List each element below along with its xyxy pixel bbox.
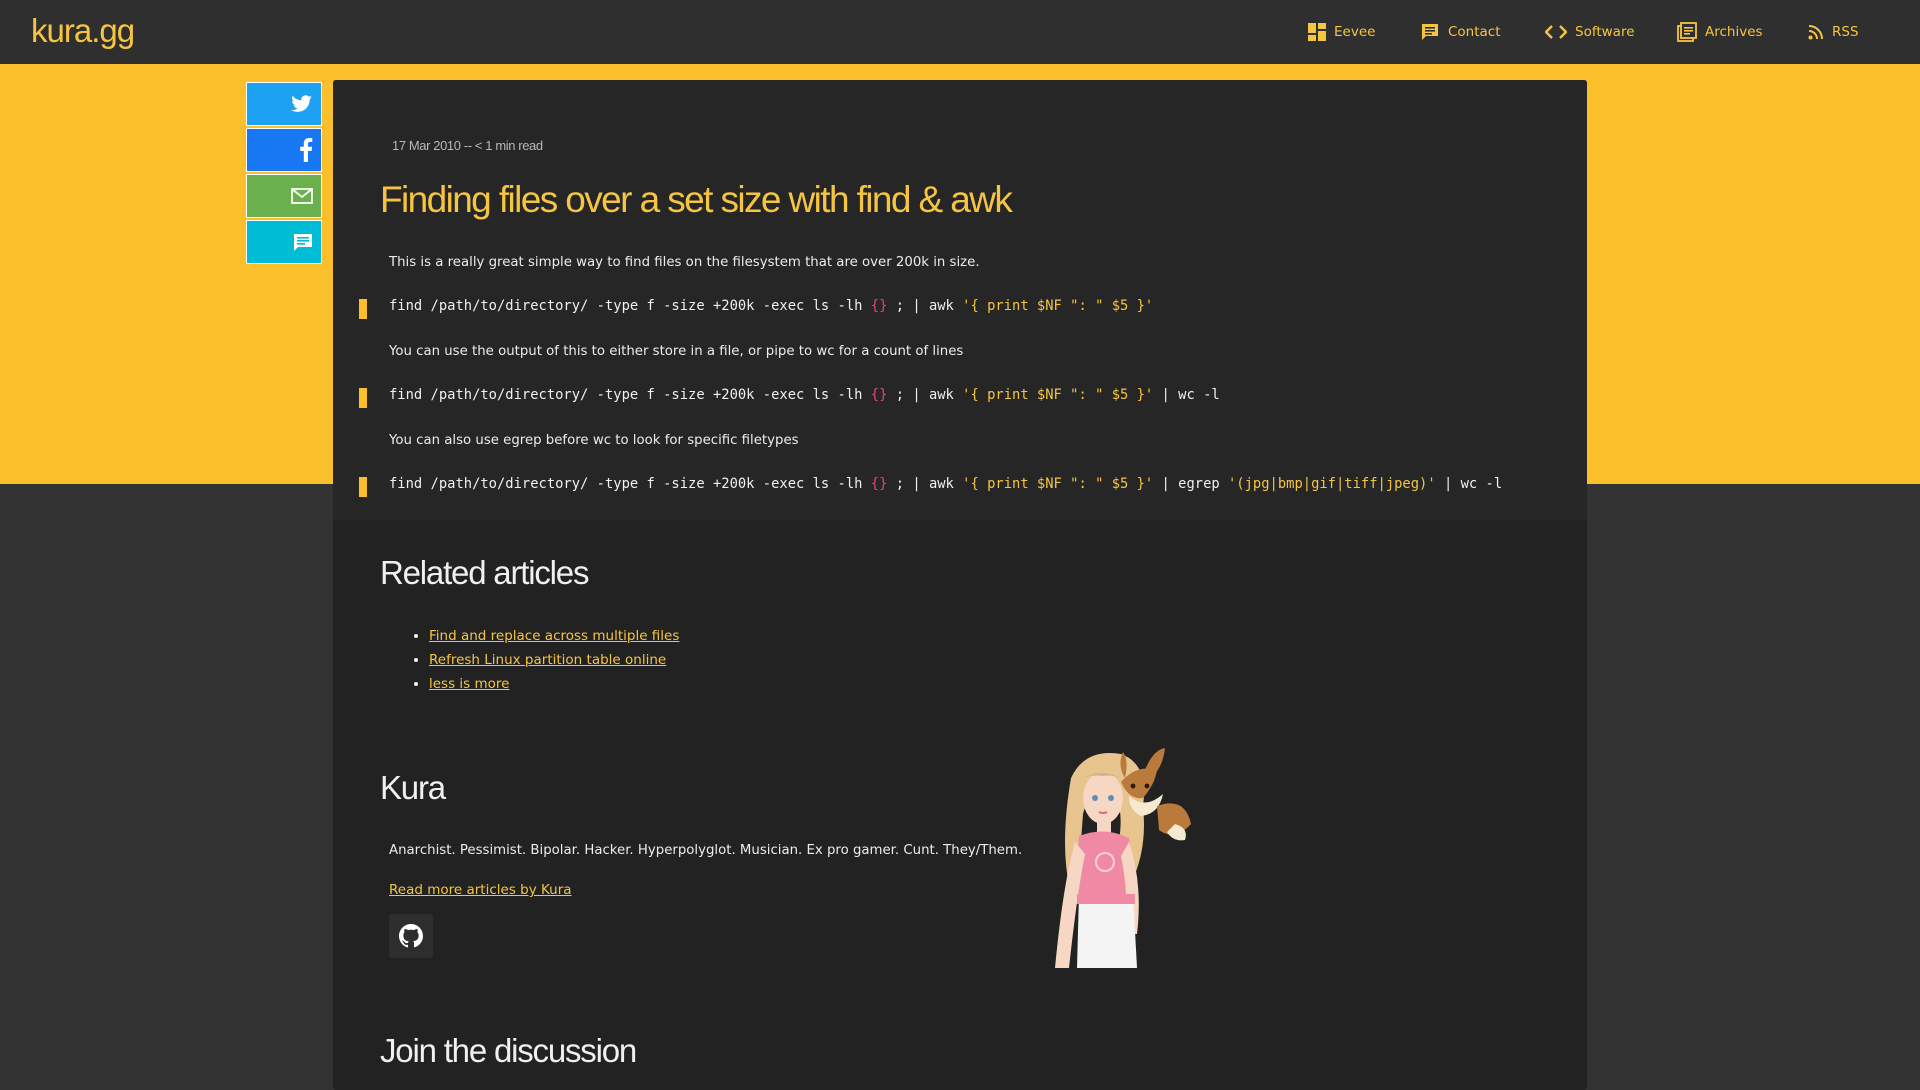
top-navigation: kura.gg Eevee Contact Software Archives … bbox=[0, 0, 1920, 64]
github-button[interactable] bbox=[389, 914, 433, 958]
share-twitter-button[interactable] bbox=[246, 82, 322, 126]
code-accent-bar bbox=[359, 388, 367, 408]
facebook-icon bbox=[300, 138, 313, 162]
related-link[interactable]: Find and replace across multiple files bbox=[429, 628, 679, 644]
nav-label: Archives bbox=[1705, 24, 1763, 40]
nav-item-eevee[interactable]: Eevee bbox=[1308, 0, 1375, 64]
list-item: Find and replace across multiple files bbox=[429, 624, 679, 648]
chat-icon bbox=[1422, 24, 1438, 40]
nav-item-rss[interactable]: RSS bbox=[1808, 0, 1859, 64]
code-block: find /path/to/directory/ -type f -size +… bbox=[359, 385, 1579, 409]
paragraph-intro: This is a really great simple way to fin… bbox=[389, 255, 980, 270]
code-text: find /path/to/directory/ -type f -size +… bbox=[389, 298, 1154, 314]
code-text: find /path/to/directory/ -type f -size +… bbox=[389, 387, 1220, 403]
code-text: find /path/to/directory/ -type f -size +… bbox=[389, 476, 1503, 492]
share-comment-button[interactable] bbox=[246, 220, 322, 264]
list-item: Refresh Linux partition table online bbox=[429, 648, 679, 672]
comment-icon bbox=[294, 234, 312, 251]
related-list: Find and replace across multiple files R… bbox=[389, 624, 679, 696]
site-logo[interactable]: kura.gg bbox=[31, 12, 135, 50]
paragraph-egrep: You can also use egrep before wc to look… bbox=[389, 433, 799, 448]
nav-label: Eevee bbox=[1334, 24, 1376, 40]
related-link[interactable]: less is more bbox=[429, 676, 509, 692]
nav-label: Contact bbox=[1448, 24, 1501, 40]
discussion-heading: Join the discussion bbox=[380, 1032, 637, 1069]
author-articles-link[interactable]: Read more articles by Kura bbox=[389, 882, 572, 898]
list-item: less is more bbox=[429, 672, 679, 696]
share-email-button[interactable] bbox=[246, 174, 322, 218]
nav-label: Software bbox=[1575, 24, 1635, 40]
nav-item-software[interactable]: Software bbox=[1545, 0, 1635, 64]
code-block: find /path/to/directory/ -type f -size +… bbox=[359, 296, 1579, 320]
nav-label: RSS bbox=[1832, 24, 1859, 40]
paragraph-output: You can use the output of this to either… bbox=[389, 344, 964, 359]
github-icon bbox=[399, 924, 423, 948]
related-link[interactable]: Refresh Linux partition table online bbox=[429, 652, 666, 668]
page-title: Finding files over a set size with find … bbox=[380, 179, 1013, 220]
code-accent-bar bbox=[359, 299, 367, 319]
book-icon bbox=[1677, 22, 1697, 42]
post-meta: 17 Mar 2010 -- < 1 min read bbox=[392, 138, 543, 153]
mail-icon bbox=[291, 188, 313, 204]
share-facebook-button[interactable] bbox=[246, 128, 322, 172]
article-card: 17 Mar 2010 -- < 1 min read Finding file… bbox=[333, 80, 1587, 1090]
rss-icon bbox=[1808, 25, 1823, 40]
author-bio: Anarchist. Pessimist. Bipolar. Hacker. H… bbox=[389, 843, 1023, 858]
author-name: Kura bbox=[380, 769, 446, 806]
twitter-icon bbox=[291, 95, 312, 112]
dashboard-icon bbox=[1308, 23, 1326, 41]
related-heading: Related articles bbox=[380, 554, 589, 591]
author-avatar bbox=[1055, 748, 1191, 968]
code-block: find /path/to/directory/ -type f -size +… bbox=[359, 474, 1579, 498]
code-icon bbox=[1545, 25, 1567, 39]
code-accent-bar bbox=[359, 477, 367, 497]
nav-item-archives[interactable]: Archives bbox=[1677, 0, 1763, 64]
nav-item-contact[interactable]: Contact bbox=[1420, 0, 1501, 64]
